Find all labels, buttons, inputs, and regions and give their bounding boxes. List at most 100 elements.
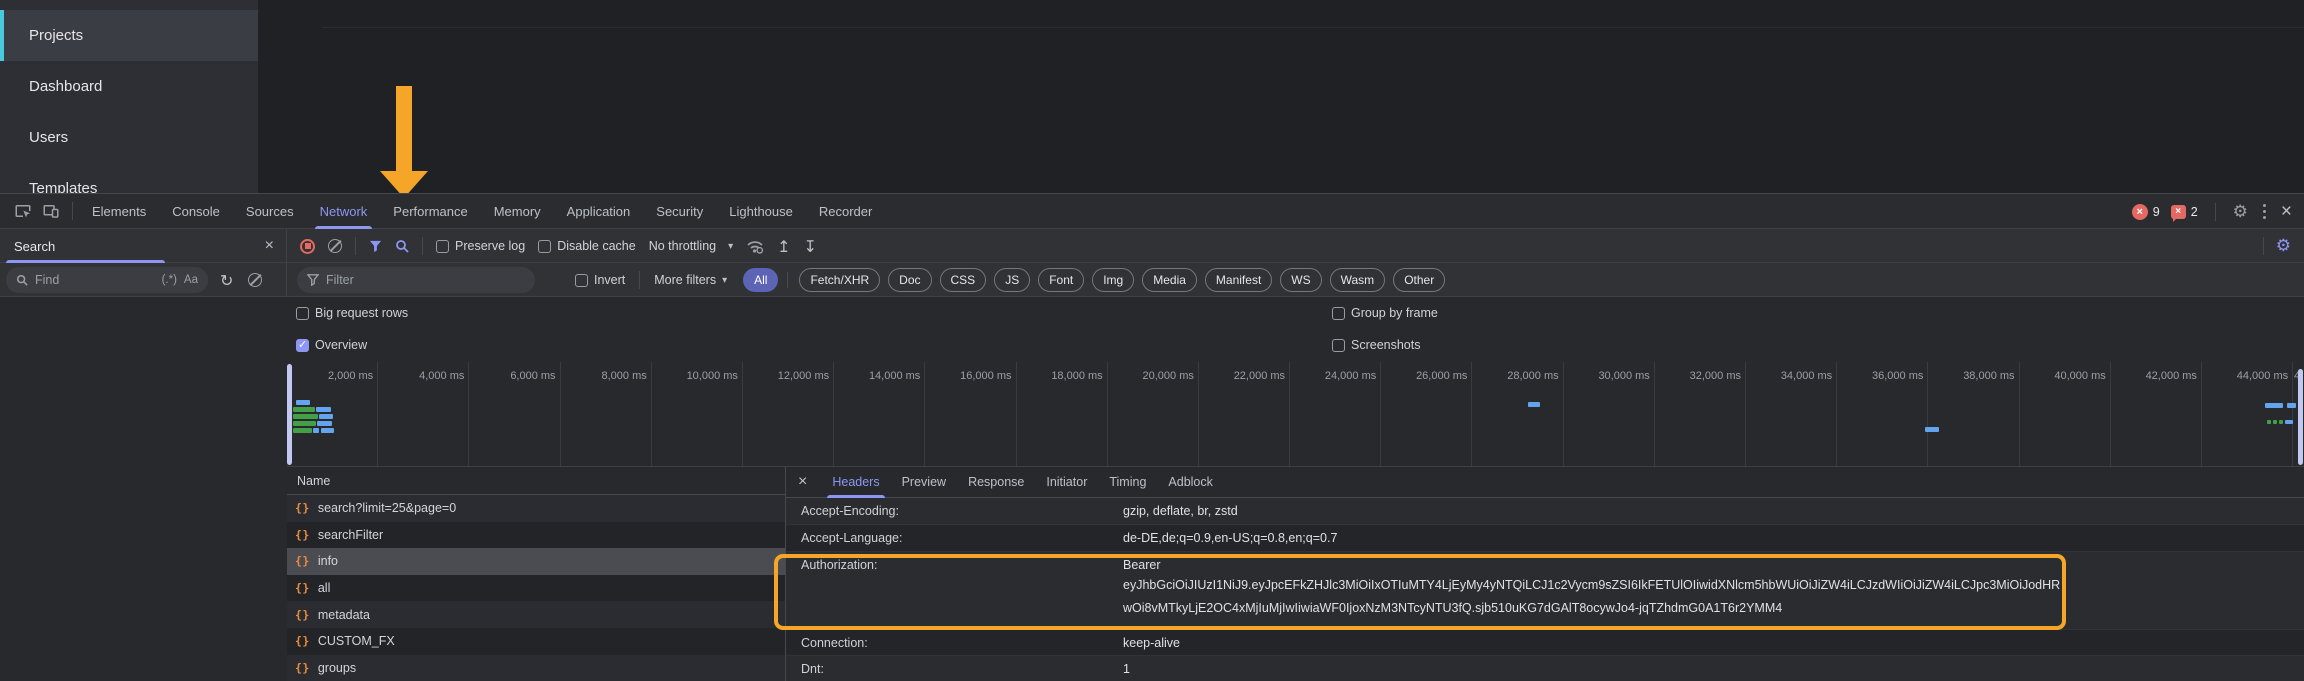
devtools-tabbar: ElementsConsoleSourcesNetworkPerformance… xyxy=(0,194,2304,229)
request-name: all xyxy=(318,581,331,595)
resource-filter-pill[interactable]: Wasm xyxy=(1330,268,1386,292)
resource-filter-pill[interactable]: Fetch/XHR xyxy=(799,268,880,292)
details-tab[interactable]: Timing xyxy=(1098,467,1157,498)
requests-name-column-header[interactable]: Name xyxy=(287,467,785,495)
device-toolbar-icon[interactable] xyxy=(38,198,64,224)
clear-search-icon[interactable] xyxy=(248,273,262,287)
overview-request-bar xyxy=(2267,420,2271,424)
screenshots-checkbox[interactable]: Screenshots xyxy=(1332,338,1420,352)
console-errors-badge[interactable]: ×9 xyxy=(2132,204,2160,220)
network-conditions-icon[interactable] xyxy=(746,239,764,254)
filter-input[interactable] xyxy=(326,273,525,287)
request-row[interactable]: {} search?limit=25&page=0 xyxy=(287,495,785,522)
request-row[interactable]: {} CUSTOM_FX xyxy=(287,628,785,655)
details-tab[interactable]: Response xyxy=(957,467,1035,498)
resource-filter-pill[interactable]: All xyxy=(743,268,778,292)
timeline-tick-label: 32,000 ms xyxy=(1690,370,1741,382)
resource-filter-pill[interactable]: JS xyxy=(994,268,1030,292)
resource-filter-pill[interactable]: Doc xyxy=(888,268,931,292)
network-search-icon[interactable] xyxy=(395,239,409,253)
find-input[interactable] xyxy=(35,273,155,287)
big-request-rows-label: Big request rows xyxy=(315,306,408,320)
details-tabs: HeadersPreviewResponseInitiatorTimingAdb… xyxy=(821,467,1224,498)
group-by-frame-checkbox[interactable]: Group by frame xyxy=(1332,306,1438,320)
network-settings-gear-icon[interactable]: ⚙ xyxy=(2276,236,2291,256)
resource-filter-pill[interactable]: CSS xyxy=(940,268,987,292)
request-name: CUSTOM_FX xyxy=(318,634,395,648)
header-value: gzip, deflate, br, zstd xyxy=(1123,504,1238,518)
close-devtools-icon[interactable]: × xyxy=(2281,202,2292,221)
details-tab[interactable]: Headers xyxy=(821,467,890,498)
export-har-icon[interactable]: ↧ xyxy=(804,237,817,256)
disable-cache-checkbox[interactable]: Disable cache xyxy=(538,239,636,253)
throttling-dropdown[interactable]: No throttling▾ xyxy=(649,239,733,253)
invert-filter-checkbox[interactable]: Invert xyxy=(575,273,625,287)
sidebar-item-users[interactable]: Users xyxy=(0,112,258,163)
devtools-tab[interactable]: Security xyxy=(643,194,716,229)
issues-badge[interactable]: ×2 xyxy=(2171,205,2198,219)
devtools-tab[interactable]: Performance xyxy=(380,194,480,229)
chevron-down-icon: ▾ xyxy=(722,275,727,286)
overview-request-bar xyxy=(293,421,316,426)
request-row[interactable]: {} info xyxy=(287,548,785,575)
header-value-authorization: Bearer eyJhbGciOiJIUzI1NiJ9.eyJpcEFkZHJl… xyxy=(1123,558,2063,620)
record-network-log-button[interactable] xyxy=(300,239,315,254)
sidebar-item-dashboard[interactable]: Dashboard xyxy=(0,61,258,112)
resource-filter-pill[interactable]: Img xyxy=(1092,268,1134,292)
resource-filter-pill[interactable]: Font xyxy=(1038,268,1084,292)
timeline-tick: 36,000 ms xyxy=(1837,362,1928,467)
details-tab[interactable]: Initiator xyxy=(1035,467,1098,498)
clear-network-log-icon[interactable] xyxy=(328,239,342,253)
kebab-menu-icon[interactable] xyxy=(2263,210,2266,213)
regex-toggle[interactable]: (.*) xyxy=(162,274,177,286)
resource-filter-pill[interactable]: Other xyxy=(1393,268,1445,292)
big-request-rows-checkbox[interactable]: Big request rows xyxy=(296,306,408,320)
devtools-tab[interactable]: Lighthouse xyxy=(716,194,806,229)
timeline-tick: 8,000 ms xyxy=(561,362,652,467)
devtools-tab[interactable]: Application xyxy=(554,194,644,229)
overview-request-bar xyxy=(2287,403,2296,408)
overview-checkbox[interactable]: Overview xyxy=(296,338,367,352)
resource-filter-pill[interactable]: Media xyxy=(1142,268,1197,292)
inspect-element-icon[interactable] xyxy=(10,198,36,224)
refresh-search-icon[interactable]: ↻ xyxy=(220,271,233,290)
devtools-tab[interactable]: Sources xyxy=(233,194,307,229)
json-request-icon: {} xyxy=(295,608,310,622)
match-case-toggle[interactable]: Aa xyxy=(184,274,198,286)
resource-filter-pill[interactable]: Manifest xyxy=(1205,268,1272,292)
overview-window-left-handle[interactable] xyxy=(287,364,292,465)
import-har-icon[interactable]: ↥ xyxy=(777,237,790,256)
annotation-arrow xyxy=(396,86,412,172)
request-row[interactable]: {} searchFilter xyxy=(287,522,785,549)
find-actions: ↻ xyxy=(220,271,262,290)
request-row[interactable]: {} groups xyxy=(287,655,785,681)
timeline-tick-label: 8,000 ms xyxy=(602,370,647,382)
overview-window-right-handle[interactable] xyxy=(2298,369,2303,465)
request-row[interactable]: {} metadata xyxy=(287,601,785,628)
search-panel-close-icon[interactable]: × xyxy=(265,237,274,255)
request-name: searchFilter xyxy=(318,528,383,542)
timeline-tick-label: 22,000 ms xyxy=(1234,370,1285,382)
details-tab[interactable]: Adblock xyxy=(1157,467,1223,498)
devtools-tab[interactable]: Network xyxy=(307,194,381,229)
settings-gear-icon[interactable]: ⚙ xyxy=(2233,202,2248,222)
network-overview-timeline[interactable]: 2,000 ms4,000 ms6,000 ms8,000 ms10,000 m… xyxy=(287,362,2304,467)
devtools-tab[interactable]: Memory xyxy=(481,194,554,229)
preserve-log-checkbox[interactable]: Preserve log xyxy=(436,239,525,253)
more-filters-dropdown[interactable]: More filters▾ xyxy=(654,273,727,287)
devtools-tab[interactable]: Elements xyxy=(79,194,159,229)
overview-request-bar xyxy=(317,421,332,426)
find-input-box[interactable]: (.*) Aa xyxy=(6,267,208,293)
filter-toggle-icon[interactable] xyxy=(369,240,382,253)
error-icon: × xyxy=(2132,204,2148,220)
filter-input-box[interactable] xyxy=(297,267,535,293)
devtools-tab[interactable]: Console xyxy=(159,194,233,229)
checkbox-checked xyxy=(296,339,309,352)
sidebar-item-projects[interactable]: Projects xyxy=(0,10,258,61)
resource-filter-pill[interactable]: WS xyxy=(1280,268,1321,292)
request-row[interactable]: {} all xyxy=(287,575,785,602)
close-details-icon[interactable]: × xyxy=(798,473,807,491)
sidebar-item-templates[interactable]: Templates xyxy=(0,163,258,193)
devtools-tab[interactable]: Recorder xyxy=(806,194,885,229)
details-tab[interactable]: Preview xyxy=(891,467,957,498)
